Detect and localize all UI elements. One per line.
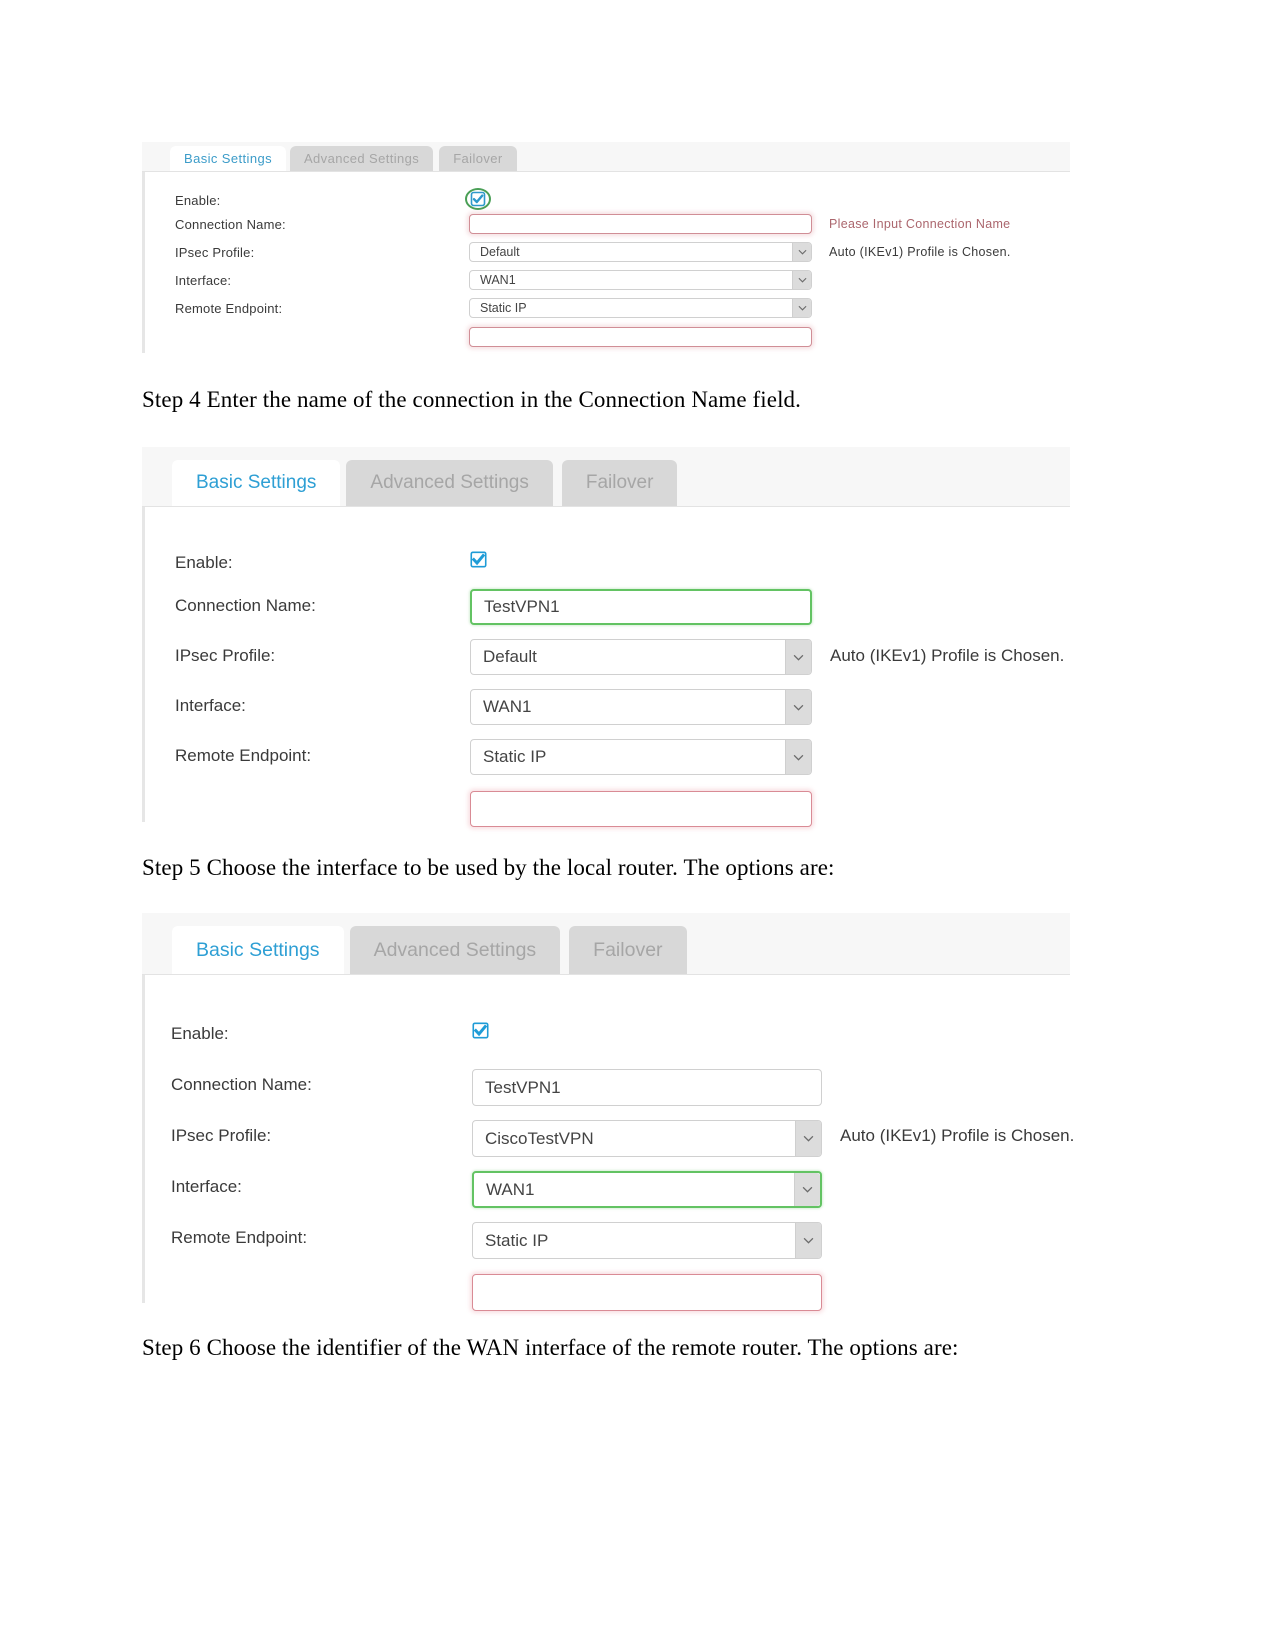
label-interface: Interface: xyxy=(171,1177,242,1196)
interface-value: WAN1 xyxy=(480,273,516,287)
connection-name-error-hint: Please Input Connection Name xyxy=(829,217,1011,231)
label-connection-name: Connection Name: xyxy=(175,596,316,615)
ipsec-profile-value: Default xyxy=(480,245,520,259)
connection-name-value: TestVPN1 xyxy=(484,597,560,616)
panel-body: Enable: Connection Name: TestVPN1 IPsec … xyxy=(142,975,1074,1311)
tab-basic-settings[interactable]: Basic Settings xyxy=(172,460,341,506)
chevron-down-icon[interactable] xyxy=(785,740,811,774)
left-rail-divider xyxy=(142,172,145,353)
vpn-basic-settings-panel-2: Basic Settings Advanced Settings Failove… xyxy=(142,447,1070,827)
chevron-down-icon[interactable] xyxy=(794,1173,820,1206)
enable-checkbox[interactable] xyxy=(470,551,487,568)
vpn-basic-settings-panel-1: Basic Settings Advanced Settings Failove… xyxy=(142,142,1070,353)
interface-value: WAN1 xyxy=(486,1179,535,1199)
interface-select[interactable]: WAN1 xyxy=(470,689,812,725)
chevron-down-icon[interactable] xyxy=(792,299,811,317)
remote-endpoint-select[interactable]: Static IP xyxy=(469,298,812,318)
label-enable: Enable: xyxy=(171,1024,229,1043)
tab-failover[interactable]: Failover xyxy=(439,146,517,171)
remote-endpoint-select[interactable]: Static IP xyxy=(472,1222,822,1259)
ipsec-profile-select[interactable]: CiscoTestVPN xyxy=(472,1120,822,1157)
tab-bar: Basic Settings Advanced Settings Failove… xyxy=(142,913,1070,975)
connection-name-value: TestVPN1 xyxy=(485,1077,561,1097)
label-enable: Enable: xyxy=(175,193,221,208)
chevron-down-icon[interactable] xyxy=(785,690,811,724)
tab-basic-settings[interactable]: Basic Settings xyxy=(172,926,344,974)
label-interface: Interface: xyxy=(175,696,246,715)
label-remote-endpoint: Remote Endpoint: xyxy=(171,1228,308,1247)
connection-name-input[interactable] xyxy=(469,214,812,234)
tab-failover[interactable]: Failover xyxy=(569,926,687,974)
tab-bar: Basic Settings Advanced Settings Failove… xyxy=(142,142,1070,172)
step-4-text: Step 4 Enter the name of the connection … xyxy=(142,387,802,412)
remote-endpoint-value: Static IP xyxy=(485,1230,549,1250)
enable-highlight-ring xyxy=(465,188,491,210)
label-connection-name: Connection Name: xyxy=(171,1075,312,1094)
tab-advanced-settings[interactable]: Advanced Settings xyxy=(346,460,553,506)
ipsec-profile-hint: Auto (IKEv1) Profile is Chosen. xyxy=(830,646,1065,665)
remote-endpoint-value: Static IP xyxy=(480,301,527,315)
ipsec-profile-hint: Auto (IKEv1) Profile is Chosen. xyxy=(829,245,1011,259)
remote-endpoint-value: Static IP xyxy=(483,747,547,766)
interface-select[interactable]: WAN1 xyxy=(472,1171,822,1208)
chevron-down-icon[interactable] xyxy=(785,640,811,674)
remote-endpoint-select[interactable]: Static IP xyxy=(470,739,812,775)
label-interface: Interface: xyxy=(175,273,232,288)
label-connection-name: Connection Name: xyxy=(175,217,286,232)
label-ipsec-profile: IPsec Profile: xyxy=(175,646,276,665)
document-page: Basic Settings Advanced Settings Failove… xyxy=(0,0,1275,1650)
panel-body: Enable: Connection Name: TestVPN1 IPsec … xyxy=(142,507,1070,827)
tab-bar: Basic Settings Advanced Settings Failove… xyxy=(142,447,1070,507)
ipsec-profile-value: Default xyxy=(483,647,537,666)
tab-failover[interactable]: Failover xyxy=(561,460,678,506)
label-enable: Enable: xyxy=(175,553,233,572)
remote-address-input[interactable] xyxy=(472,1274,822,1311)
step-6-text: Step 6 Choose the identifier of the WAN … xyxy=(142,1335,959,1360)
chevron-down-icon[interactable] xyxy=(795,1121,821,1156)
label-ipsec-profile: IPsec Profile: xyxy=(175,245,255,260)
tab-basic-settings[interactable]: Basic Settings xyxy=(170,146,286,171)
remote-address-input[interactable] xyxy=(470,791,812,827)
ipsec-profile-value: CiscoTestVPN xyxy=(485,1128,594,1148)
enable-checkbox[interactable] xyxy=(472,1022,489,1039)
label-remote-endpoint: Remote Endpoint: xyxy=(175,301,283,316)
ipsec-profile-select[interactable]: Default xyxy=(470,639,812,675)
tab-advanced-settings[interactable]: Advanced Settings xyxy=(289,146,434,171)
chevron-down-icon[interactable] xyxy=(792,243,811,261)
ipsec-profile-select[interactable]: Default xyxy=(469,242,812,262)
remote-address-input[interactable] xyxy=(469,327,812,347)
vpn-basic-settings-panel-3: Basic Settings Advanced Settings Failove… xyxy=(142,913,1074,1311)
ipsec-profile-hint: Auto (IKEv1) Profile is Chosen. xyxy=(840,1126,1075,1145)
panel-body: Enable: Connection Name: Please Input Co… xyxy=(142,172,1070,353)
connection-name-input[interactable]: TestVPN1 xyxy=(472,1069,822,1106)
interface-select[interactable]: WAN1 xyxy=(469,270,812,290)
connection-name-input[interactable]: TestVPN1 xyxy=(470,589,812,625)
chevron-down-icon[interactable] xyxy=(792,271,811,289)
label-remote-endpoint: Remote Endpoint: xyxy=(175,746,312,765)
interface-value: WAN1 xyxy=(483,697,532,716)
left-rail-divider xyxy=(142,975,145,1303)
left-rail-divider xyxy=(142,507,145,822)
label-ipsec-profile: IPsec Profile: xyxy=(171,1126,272,1145)
step-5-text: Step 5 Choose the interface to be used b… xyxy=(142,855,835,880)
chevron-down-icon[interactable] xyxy=(795,1223,821,1258)
tab-advanced-settings[interactable]: Advanced Settings xyxy=(349,926,561,974)
